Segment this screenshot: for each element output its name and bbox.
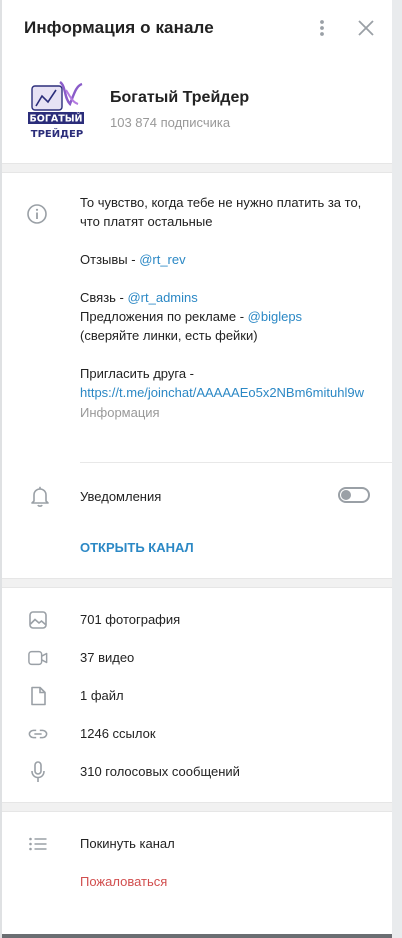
contact-line: Связь - @rt_admins [80,288,370,307]
media-row-videos[interactable]: 37 видео [2,639,392,677]
ads-note: (сверяйте линки, есть фейки) [80,328,258,343]
voice-label: 310 голосовых сообщений [80,764,240,779]
file-icon [28,686,48,706]
section-divider [2,578,392,588]
invite-label: Пригласить друга - [80,366,195,381]
media-row-links[interactable]: 1246 ссылок [2,715,392,753]
description-text: То чувство, когда тебе не нужно платить … [80,195,362,229]
reviews-label: Отзывы - [80,252,140,267]
panel-title: Информация о канале [24,18,214,37]
reviews-line: Отзывы - @rt_rev [80,250,370,269]
report-button[interactable]: Пожаловаться [80,874,167,889]
photos-label: 701 фотография [80,612,181,627]
list-icon [28,834,48,854]
panel-header: Информация о канале [2,0,392,56]
microphone-icon [28,761,48,782]
toggle-knob [341,490,351,500]
channel-info-panel: Информация о канале БОГАТЫЙ ТРЕЙДЕР Бога… [2,0,392,934]
media-row-photos[interactable]: 701 фотография [2,601,392,639]
files-label: 1 файл [80,688,124,703]
contact-link[interactable]: @rt_admins [127,290,197,305]
svg-text:БОГАТЫЙ: БОГАТЫЙ [30,113,83,125]
report-row[interactable]: Пожаловаться [2,863,392,901]
bell-icon [30,486,50,513]
section-divider [2,802,392,812]
scrollbar-track[interactable] [392,0,402,938]
separator-line [80,462,392,463]
more-vertical-icon [320,20,324,36]
leave-channel-button[interactable]: Покинуть канал [80,836,175,851]
info-icon [26,203,48,225]
info-caption: Информация [80,405,160,420]
subscriber-count: 103 874 подписчика [110,115,231,130]
media-row-voice[interactable]: 310 голосовых сообщений [2,753,392,791]
channel-name: Богатый Трейдер [110,89,250,106]
leave-channel-row[interactable]: Покинуть канал [2,825,392,863]
link-icon [28,724,48,744]
photo-icon [28,610,48,630]
close-icon [358,20,374,36]
section-divider [2,163,392,173]
channel-avatar[interactable]: БОГАТЫЙ ТРЕЙДЕР [26,76,88,142]
media-row-files[interactable]: 1 файл [2,677,392,715]
close-button[interactable] [352,14,380,42]
channel-description: То чувство, когда тебе не нужно платить … [80,193,370,422]
svg-text:ТРЕЙДЕР: ТРЕЙДЕР [31,127,83,140]
more-menu-button[interactable] [308,14,336,42]
links-label: 1246 ссылок [80,726,156,741]
notifications-label: Уведомления [80,489,162,504]
open-channel-button[interactable]: ОТКРЫТЬ КАНАЛ [80,540,194,555]
contact-label: Связь - [80,290,128,305]
ads-line: Предложения по рекламе - @bigleps [80,307,370,326]
channel-logo-icon: БОГАТЫЙ ТРЕЙДЕР [26,76,88,142]
ads-label: Предложения по рекламе - [80,309,248,324]
video-icon [28,648,48,668]
reviews-link[interactable]: @rt_rev [139,252,185,267]
ads-link[interactable]: @bigleps [248,309,302,324]
invite-link[interactable]: https://t.me/joinchat/AAAAAEo5x2NBm6mitu… [80,383,370,402]
notifications-toggle[interactable] [338,487,370,503]
videos-label: 37 видео [80,650,135,665]
